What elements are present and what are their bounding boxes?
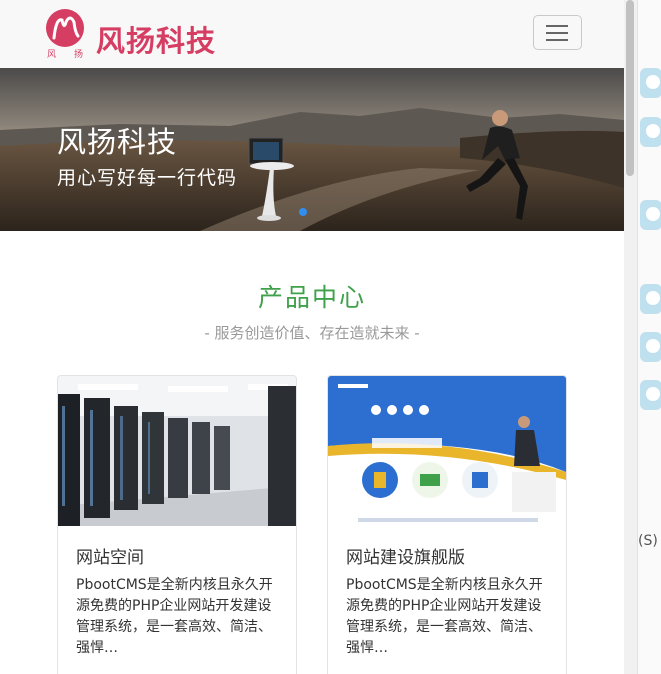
avatar-icon[interactable] bbox=[640, 68, 661, 98]
banner-title: 风扬科技 bbox=[57, 125, 178, 159]
product-image-website-design bbox=[328, 376, 566, 526]
product-title[interactable]: 网站建设旗舰版 bbox=[346, 543, 465, 568]
product-description: PbootCMS是全新内核且永久开源免费的PHP企业网站开发建设管理系统，是一套… bbox=[346, 577, 543, 656]
avatar-icon[interactable] bbox=[640, 117, 661, 147]
section-title: 产品中心 bbox=[257, 283, 366, 312]
avatar-icon[interactable] bbox=[640, 284, 661, 314]
product-description: PbootCMS是全新内核且永久开源免费的PHP企业网站开发建设管理系统，是一套… bbox=[76, 577, 273, 656]
side-label: (S) bbox=[638, 533, 658, 549]
product-title[interactable]: 网站空间 bbox=[76, 543, 144, 568]
product-card[interactable]: 网站建设旗舰版 PbootCMS是全新内核且永久开源免费的PHP企业网站开发建设… bbox=[327, 375, 567, 674]
product-card[interactable]: 网站空间 PbootCMS是全新内核且永久开源免费的PHP企业网站开发建设管理系… bbox=[57, 375, 297, 674]
menu-toggle-button[interactable] bbox=[533, 15, 582, 50]
brand-name: 风扬科技 bbox=[96, 24, 217, 58]
avatar-icon[interactable] bbox=[640, 200, 661, 230]
avatar-icon[interactable] bbox=[640, 332, 661, 362]
navbar: 风 扬 风扬科技 bbox=[0, 0, 624, 68]
hero-banner[interactable]: 风扬科技 用心写好每一行代码 bbox=[0, 68, 624, 231]
scrollbar-thumb[interactable] bbox=[626, 0, 634, 176]
banner-subtitle: 用心写好每一行代码 bbox=[57, 167, 238, 189]
logo[interactable]: 风 扬 风扬科技 bbox=[44, 8, 224, 60]
hamburger-icon bbox=[546, 25, 568, 27]
avatar-icon[interactable] bbox=[640, 380, 661, 410]
carousel-indicator-active[interactable] bbox=[299, 208, 307, 216]
svg-text:扬: 扬 bbox=[74, 48, 83, 58]
page: 风 扬 风扬科技 风扬科技 用心写好每一行代码 产品中心 - 服务创造价值、存在… bbox=[0, 0, 624, 674]
logo-mark-icon: 风 扬 bbox=[46, 9, 84, 58]
section-subtitle: - 服务创造价值、存在造就未来 - bbox=[204, 324, 420, 342]
product-image-server-room bbox=[58, 376, 296, 526]
svg-text:风: 风 bbox=[47, 49, 56, 58]
